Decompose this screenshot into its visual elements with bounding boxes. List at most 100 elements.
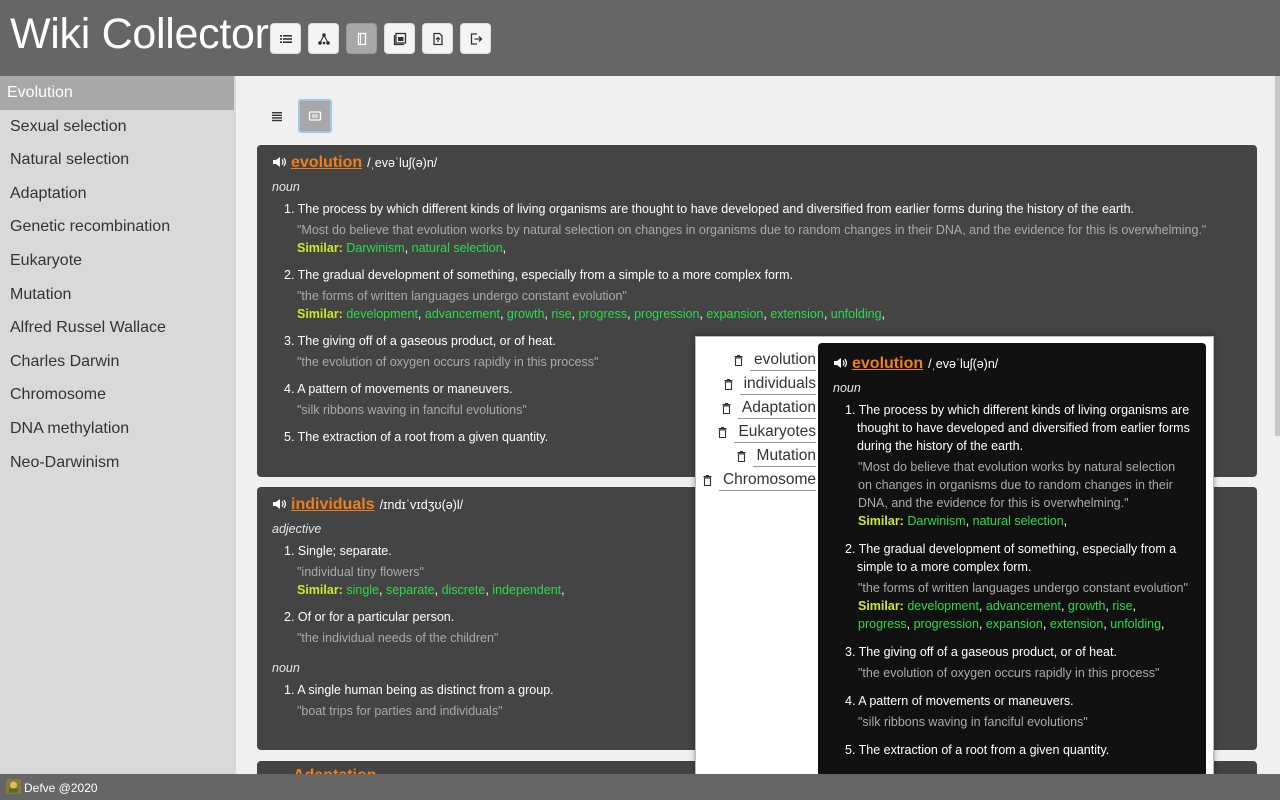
synonym-link[interactable]: single [346,583,379,597]
sidebar-item-eukaryote[interactable]: Eukaryote [0,244,236,278]
synonym-link[interactable]: expansion [986,617,1043,631]
sidebar-item-chromosome[interactable]: Chromosome [0,378,236,412]
synonym-link[interactable]: expansion [706,307,763,321]
synonym-link[interactable]: natural selection [412,241,503,255]
synonym-link[interactable]: advancement [986,599,1061,613]
popup-list-label[interactable]: Mutation [752,446,816,467]
definition-item: The gradual development of something, es… [845,540,1191,633]
trash-icon[interactable] [722,403,731,414]
card-view-button[interactable] [298,99,332,133]
speaker-icon[interactable] [272,156,286,168]
phonetic: /ˌevəˈluʃ(ə)n/ [367,156,438,170]
synonym-link[interactable]: natural selection [973,514,1064,528]
export-file-icon [432,32,443,45]
list-view-button[interactable] [260,99,294,133]
popup-list-item[interactable]: Eukaryotes [696,419,816,443]
definition-item: The giving off of a gaseous product, or … [845,643,1191,682]
popup-list-item[interactable]: Mutation [696,443,816,467]
synonym-link[interactable]: unfolding [1110,617,1161,631]
similar-label: Similar: [297,241,343,255]
sidebar-item-dna-methylation[interactable]: DNA methylation [0,412,236,446]
headword-line: evolution /ˌevəˈluʃ(ə)n/ [272,154,1242,172]
app-title: Wiki Collector [10,10,269,58]
phonetic: /ˌevəˈluʃ(ə)n/ [928,357,999,371]
synonym-link[interactable]: unfolding [831,307,882,321]
popup-list-item[interactable]: Adaptation [696,395,816,419]
export-button[interactable] [422,23,453,54]
popup-word-list: evolution individuals Adaptation Eukaryo… [696,347,816,491]
similar-words: Similar: development, advancement, growt… [858,599,1165,631]
sidebar-item-charles-darwin[interactable]: Charles Darwin [0,345,236,379]
trash-icon[interactable] [737,451,746,462]
synonym-link[interactable]: progression [634,307,699,321]
synonym-link[interactable]: rise [551,307,571,321]
synonym-link[interactable]: independent [492,583,561,597]
vertical-scrollbar[interactable] [1274,76,1280,774]
example-text: "silk ribbons waving in fanciful evoluti… [858,715,1088,729]
synonym-link[interactable]: Darwinism [346,241,404,255]
scrollbar-thumb[interactable] [1275,76,1280,436]
headword-line: evolution /ˌevəˈluʃ(ə)n/ [833,355,1191,373]
tree-icon [317,32,330,45]
synonym-link[interactable]: separate [386,583,435,597]
similar-label: Similar: [858,599,904,613]
synonym-link[interactable]: advancement [425,307,500,321]
speaker-icon[interactable] [272,498,286,510]
synonym-link[interactable]: Darwinism [907,514,965,528]
sidebar-item-alfred-russel-wallace[interactable]: Alfred Russel Wallace [0,311,236,345]
popup-list-label[interactable]: Eukaryotes [734,422,816,443]
speaker-icon[interactable] [833,357,847,369]
popup-list-label[interactable]: evolution [749,350,816,371]
example-text: "the forms of written languages undergo … [297,289,627,303]
headword-link[interactable]: individuals [291,496,375,514]
sidebar-item-evolution[interactable]: Evolution [0,76,234,110]
definition-text: The gradual development of something, es… [284,266,1242,284]
definition-item: The extraction of a root from a given qu… [845,741,1191,759]
trash-icon[interactable] [718,427,727,438]
sidebar-item-genetic-recombination[interactable]: Genetic recombination [0,210,236,244]
definition-item: The process by which different kinds of … [284,200,1242,257]
similar-label: Similar: [297,583,343,597]
headword-link[interactable]: evolution [852,355,923,373]
view-mode-bar [260,99,332,133]
example-text: "the forms of written languages undergo … [858,581,1188,595]
synonym-link[interactable]: growth [1068,599,1106,613]
list-view-icon [272,112,282,122]
popup-list-item[interactable]: Chromosome [696,467,816,491]
synonym-link[interactable]: progress [578,307,627,321]
trash-icon[interactable] [703,475,712,486]
synonym-link[interactable]: rise [1112,599,1132,613]
popup-list-item[interactable]: individuals [696,371,816,395]
gallery-button[interactable] [384,23,415,54]
popup-list-label[interactable]: Adaptation [737,398,816,419]
tree-button[interactable] [308,23,339,54]
synonym-link[interactable]: progress [858,617,907,631]
synonym-link[interactable]: growth [507,307,545,321]
example-text: "Most do believe that evolution works by… [858,460,1176,510]
synonym-link[interactable]: development [346,307,418,321]
trash-icon[interactable] [734,355,743,366]
synonym-link[interactable]: development [907,599,979,613]
sidebar-item-adaptation[interactable]: Adaptation [0,177,236,211]
popup-list-label[interactable]: individuals [739,374,816,395]
synonym-link[interactable]: extension [770,307,824,321]
list-button[interactable] [270,23,301,54]
definition-list: The process by which different kinds of … [833,401,1191,759]
sidebar-item-neo-darwinism[interactable]: Neo-Darwinism [0,446,236,480]
logout-button[interactable] [460,23,491,54]
trash-icon[interactable] [724,379,733,390]
notebook-button[interactable] [346,23,377,54]
synonym-link[interactable]: progression [914,617,979,631]
headword-link[interactable]: evolution [291,154,362,172]
sidebar-item-natural-selection[interactable]: Natural selection [0,143,236,177]
popup-list-item[interactable]: evolution [696,347,816,371]
popup-list-label[interactable]: Chromosome [718,470,816,491]
similar-words: Similar: development, advancement, growt… [297,307,886,321]
similar-words: Similar: Darwinism, natural selection, [858,514,1068,528]
synonym-link[interactable]: discrete [442,583,486,597]
sidebar-item-sexual-selection[interactable]: Sexual selection [0,110,236,144]
sidebar-item-mutation[interactable]: Mutation [0,278,236,312]
definition-item: The process by which different kinds of … [845,401,1191,530]
synonym-link[interactable]: extension [1050,617,1104,631]
definition-text: A pattern of movements or maneuvers. [845,692,1191,710]
